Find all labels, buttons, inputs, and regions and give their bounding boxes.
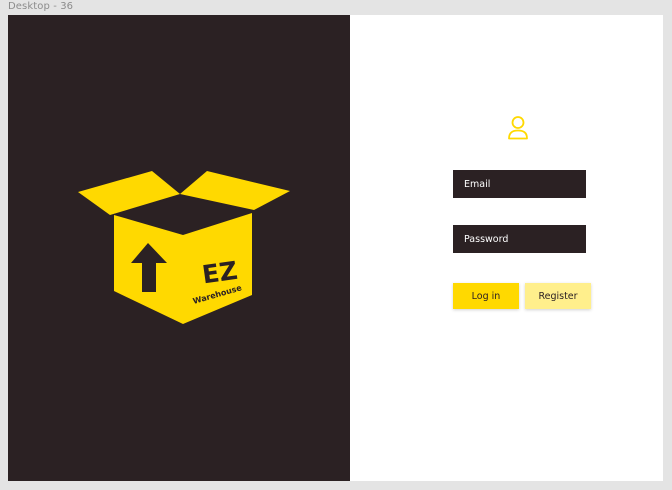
- register-button[interactable]: Register: [525, 283, 591, 309]
- user-icon: [508, 116, 528, 140]
- email-field[interactable]: [453, 170, 586, 198]
- email-input[interactable]: [464, 178, 586, 190]
- login-panel: Log in Register: [350, 15, 663, 481]
- box-icon: EZ Warehouse: [78, 171, 290, 324]
- brand-panel: EZ Warehouse: [8, 15, 350, 481]
- password-input[interactable]: [464, 233, 586, 245]
- password-field[interactable]: [453, 225, 586, 253]
- login-button[interactable]: Log in: [453, 283, 519, 309]
- desktop-frame: EZ Warehouse Log in Register: [8, 15, 663, 481]
- frame-title: Desktop - 36: [8, 1, 74, 12]
